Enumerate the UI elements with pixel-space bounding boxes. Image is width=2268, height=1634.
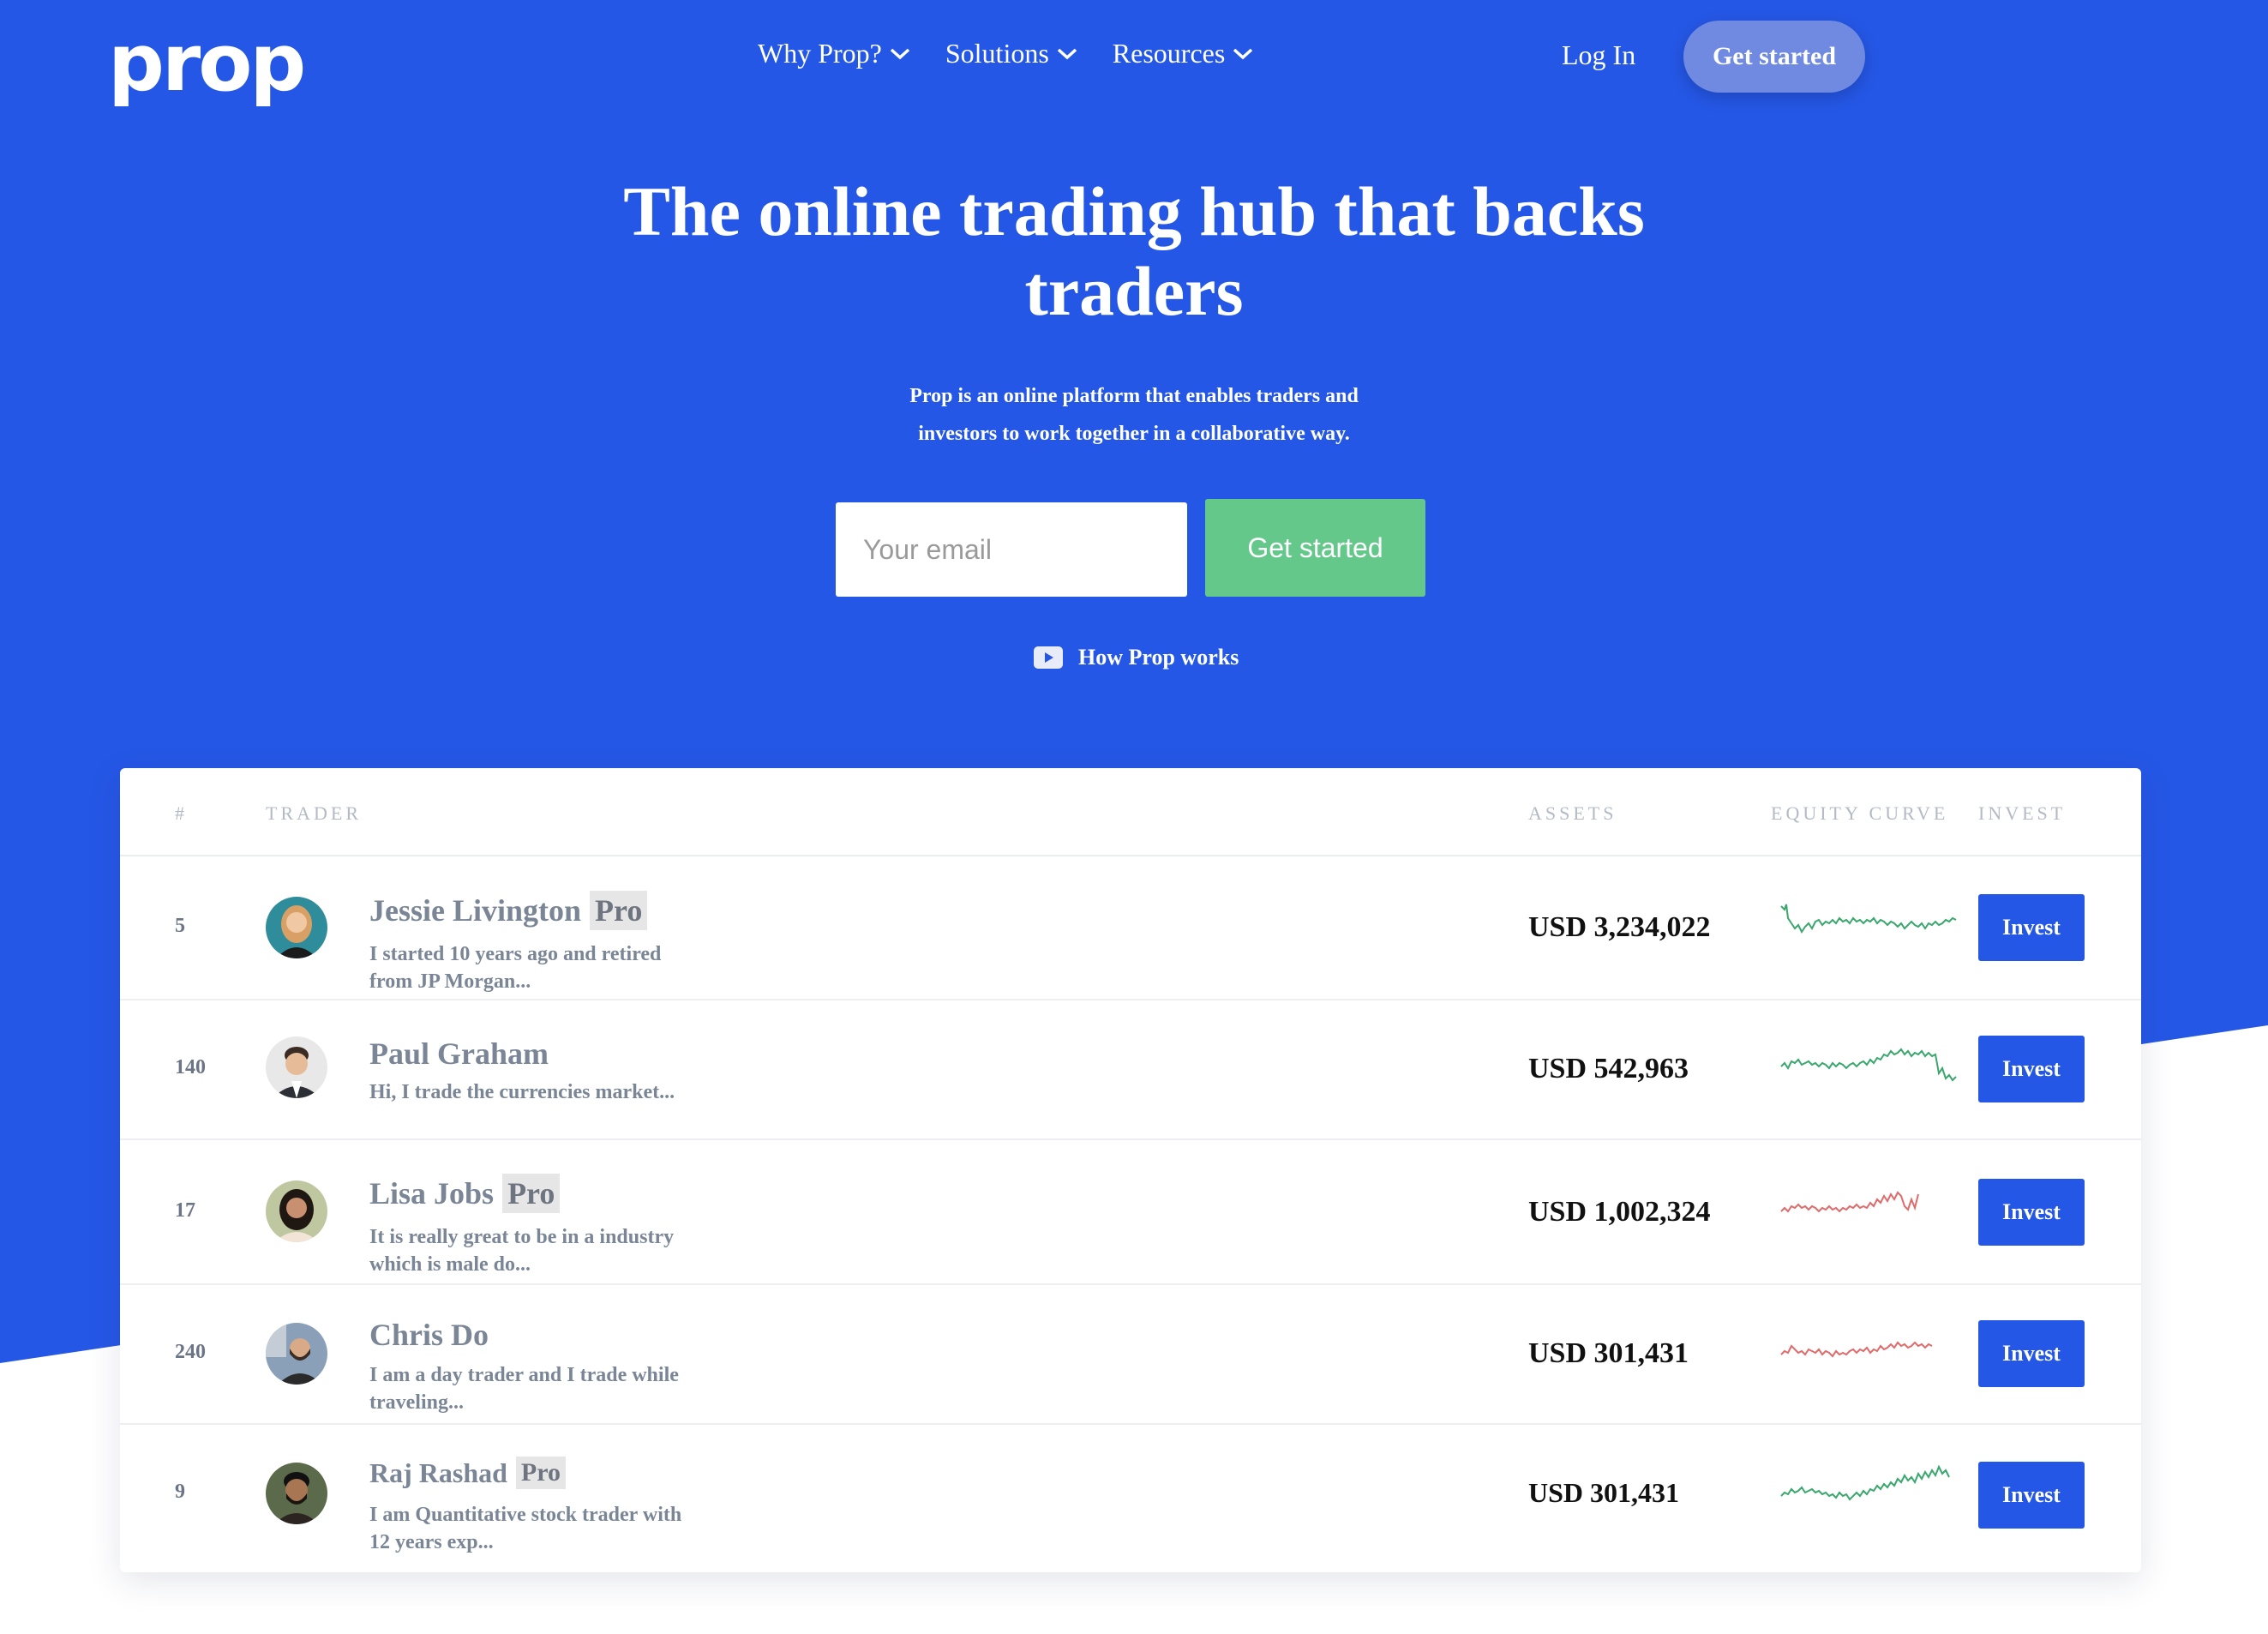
how-prop-works-label: How Prop works	[1078, 645, 1239, 670]
table-row: 5 Jessie Livington Pro I started 10 year…	[120, 856, 2141, 1000]
youtube-play-icon	[1034, 646, 1063, 669]
login-link[interactable]: Log In	[1562, 39, 1635, 71]
table-row: 140 Paul Graham Hi, I trade the currenci…	[120, 1000, 2141, 1140]
trader-name[interactable]: Paul Graham	[369, 1036, 549, 1072]
trader-description-line: Hi, I trade the currencies market...	[369, 1081, 675, 1103]
trader-name-text: Jessie Livington	[369, 893, 582, 928]
column-header-assets: ASSETS	[1528, 802, 1617, 824]
trader-description: I started 10 years ago and retired from …	[369, 940, 738, 995]
trader-name[interactable]: Lisa Jobs Pro	[369, 1174, 561, 1213]
column-header-invest: INVEST	[1978, 802, 2067, 824]
invest-button[interactable]: Invest	[1978, 1179, 2085, 1246]
hero-subtitle-line: investors to work together in a collabor…	[918, 423, 1350, 445]
trader-description-line: I started 10 years ago and retired	[369, 943, 662, 965]
nav-item-resources[interactable]: Resources	[1113, 38, 1255, 69]
trader-name[interactable]: Raj Rashad Pro	[369, 1457, 567, 1489]
trader-name-text: Raj Rashad	[369, 1457, 507, 1488]
table-row: 240 Chris Do I am a day trader and I tra…	[120, 1284, 2141, 1425]
trader-description: It is really great to be in a industry w…	[369, 1223, 738, 1278]
invest-button[interactable]: Invest	[1978, 1462, 2085, 1529]
email-input[interactable]	[836, 502, 1187, 597]
table-row: 17 Lisa Jobs Pro It is really great to b…	[120, 1139, 2141, 1285]
trader-description-line: I am Quantitative stock trader with	[369, 1504, 682, 1526]
hero-get-started-button[interactable]: Get started	[1205, 499, 1425, 597]
nav-item-solutions[interactable]: Solutions	[945, 38, 1078, 69]
column-header-rank: #	[175, 802, 188, 824]
invest-button[interactable]: Invest	[1978, 1036, 2085, 1102]
trader-name-text: Chris Do	[369, 1318, 489, 1352]
traders-table: # TRADER ASSETS EQUITY CURVE INVEST 5 Je…	[120, 768, 2141, 1572]
trader-rank: 140	[175, 1056, 206, 1078]
trader-description-line: traveling...	[369, 1391, 464, 1414]
column-header-equity-curve: EQUITY CURVE	[1771, 802, 1949, 824]
trader-rank: 240	[175, 1341, 206, 1363]
logo[interactable]: prop	[108, 24, 306, 103]
nav-menu: Why Prop? Solutions Resources	[758, 38, 1254, 69]
equity-curve-sparkline	[1780, 1048, 1957, 1082]
trader-rank: 9	[175, 1481, 185, 1503]
invest-button[interactable]: Invest	[1978, 894, 2085, 961]
pro-badge: Pro	[515, 1457, 567, 1489]
trader-description-line: from JP Morgan...	[369, 970, 531, 993]
equity-curve-sparkline	[1780, 1341, 1933, 1358]
avatar[interactable]	[266, 1180, 327, 1242]
pro-badge: Pro	[590, 891, 648, 930]
nav-item-why-prop[interactable]: Why Prop?	[758, 38, 911, 69]
trader-rank: 17	[175, 1199, 195, 1222]
trader-name-text: Paul Graham	[369, 1036, 549, 1071]
trader-assets: USD 1,002,324	[1528, 1196, 1711, 1228]
trader-assets: USD 3,234,022	[1528, 911, 1711, 943]
avatar[interactable]	[266, 1463, 327, 1524]
how-prop-works-link[interactable]: How Prop works	[1034, 645, 1239, 670]
invest-button[interactable]: Invest	[1978, 1320, 2085, 1387]
hero-title: The online trading hub that backs trader…	[0, 171, 2268, 331]
avatar[interactable]	[266, 1036, 327, 1098]
trader-description: Hi, I trade the currencies market...	[369, 1078, 738, 1106]
trader-assets: USD 301,431	[1528, 1337, 1689, 1369]
hero-subtitle-line: Prop is an online platform that enables …	[909, 385, 1359, 407]
hero-subtitle: Prop is an online platform that enables …	[857, 377, 1411, 453]
equity-curve-sparkline	[1780, 1191, 1919, 1213]
equity-curve-sparkline	[1780, 1464, 1950, 1501]
trader-assets: USD 542,963	[1528, 1053, 1689, 1084]
trader-description: I am a day trader and I trade while trav…	[369, 1361, 738, 1416]
nav-item-label: Resources	[1112, 38, 1226, 69]
avatar[interactable]	[266, 1323, 327, 1385]
chevron-down-icon	[890, 48, 910, 59]
chevron-down-icon	[1233, 48, 1253, 59]
trader-description: I am Quantitative stock trader with 12 y…	[369, 1501, 738, 1556]
avatar[interactable]	[266, 897, 327, 958]
trader-assets: USD 301,431	[1528, 1477, 1680, 1508]
trader-name[interactable]: Chris Do	[369, 1317, 489, 1353]
trader-description-line: 12 years exp...	[369, 1531, 494, 1553]
column-header-trader: TRADER	[266, 802, 362, 824]
equity-curve-sparkline	[1780, 904, 1957, 934]
trader-description-line: which is male do...	[369, 1253, 531, 1276]
trader-description-line: It is really great to be in a industry	[369, 1226, 675, 1248]
trader-name-text: Lisa Jobs	[369, 1176, 495, 1210]
hero-title-line: traders	[1024, 252, 1244, 330]
pro-badge: Pro	[502, 1174, 561, 1213]
trader-name[interactable]: Jessie Livington Pro	[369, 891, 648, 930]
nav-get-started-button[interactable]: Get started	[1683, 21, 1865, 93]
top-navigation: prop Why Prop? Solutions Resources Log I…	[0, 0, 2268, 120]
table-row: 9 Raj Rashad Pro I am Quantitative stock…	[120, 1424, 2141, 1571]
hero-title-line: The online trading hub that backs	[623, 172, 1645, 250]
trader-rank: 5	[175, 915, 185, 937]
nav-item-label: Solutions	[945, 38, 1049, 69]
chevron-down-icon	[1057, 48, 1077, 59]
nav-item-label: Why Prop?	[758, 38, 882, 69]
trader-description-line: I am a day trader and I trade while	[369, 1364, 679, 1386]
